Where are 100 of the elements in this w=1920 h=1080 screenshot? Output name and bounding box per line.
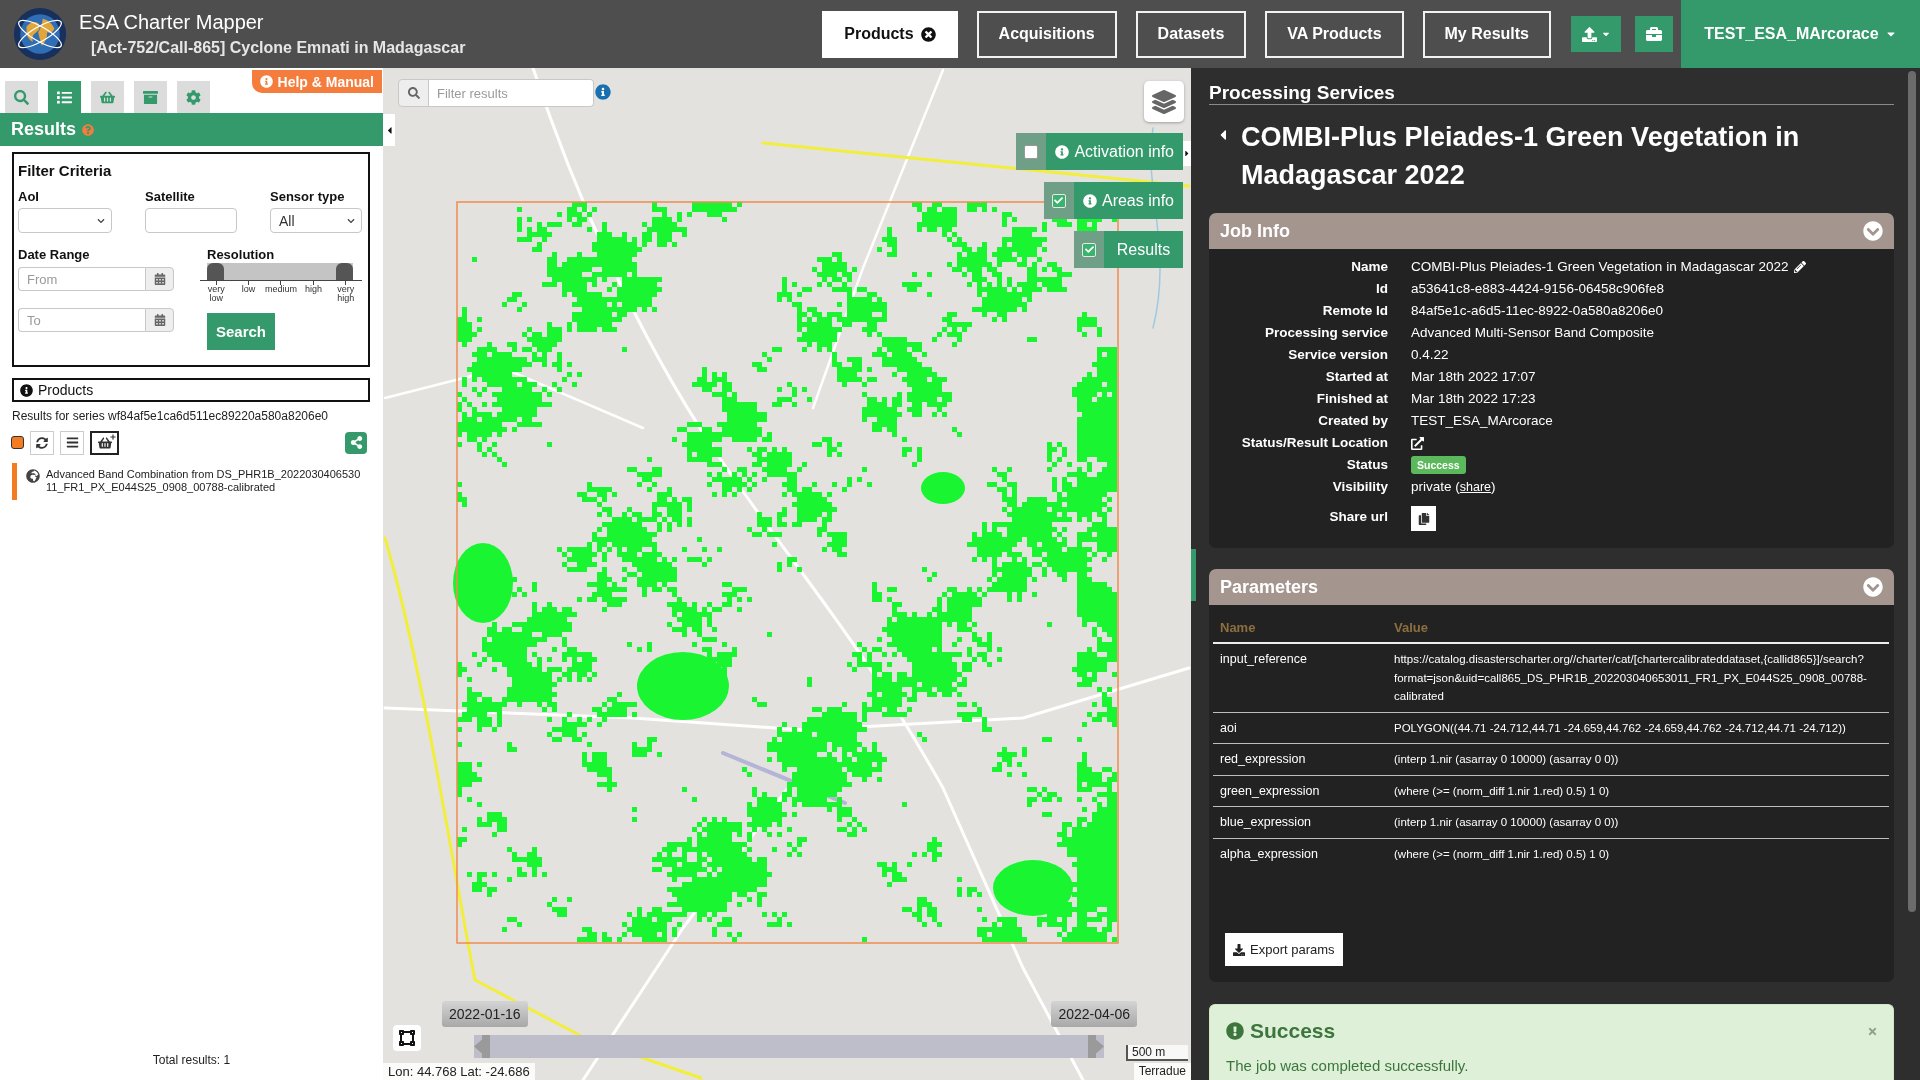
layers-button[interactable] <box>1144 81 1184 122</box>
settings-icon <box>186 89 201 105</box>
list-button[interactable] <box>60 430 84 455</box>
nav-tab[interactable]: Acquisitions <box>976 10 1117 58</box>
scale-bar: 500 m <box>1126 1045 1188 1061</box>
pencil-icon[interactable] <box>1794 261 1807 273</box>
activation-title: [Act-752/Call-865] Cyclone Emnati in Madagascar <box>90 37 466 58</box>
nav-tab[interactable]: Datasets <box>1135 10 1247 58</box>
scrollbar-thumb[interactable] <box>1908 71 1916 912</box>
list-tab[interactable] <box>48 81 81 113</box>
info-label: Created by <box>1317 412 1388 430</box>
info-value: 0.4.22 <box>1411 346 1450 364</box>
refresh-button[interactable] <box>30 430 54 455</box>
info-label: Processing service <box>1263 324 1388 342</box>
info-icon <box>259 75 273 88</box>
info-value: Advanced Multi-Sensor Band Composite <box>1411 324 1656 342</box>
table-cell-text: (where (>= (norm_diff 1.nir 1.red) 0.5) 1 0) <box>1393 846 1611 862</box>
close-icon[interactable] <box>920 26 936 42</box>
add-to-basket-button[interactable] <box>90 430 119 455</box>
user-menu[interactable]: TEST_ESA_MArcorace <box>1681 0 1920 68</box>
coordinates-readout: Lon: 44.768 Lat: -24.686 <box>383 1063 535 1080</box>
status-badge: Success <box>1411 456 1466 474</box>
timeline-track[interactable] <box>474 1035 1104 1058</box>
layer-checkbox[interactable] <box>1024 144 1039 159</box>
filter-results-field[interactable]: Filter results <box>429 79 594 107</box>
copy-icon <box>1417 512 1430 525</box>
app-title: ESA Charter Mapper <box>79 10 265 33</box>
exclamation-icon <box>1226 1022 1244 1040</box>
search-tab[interactable] <box>5 81 38 113</box>
expand-panel-button[interactable] <box>1183 141 1191 166</box>
calendar-button[interactable] <box>145 267 174 291</box>
result-item[interactable]: Advanced Band Combination from DS_PHR1B_202203040653011_FR1_PX_E044S25_0908_00788-calibrated <box>12 463 370 500</box>
upload-button[interactable] <box>1571 16 1621 52</box>
sensor-type-select[interactable]: All <box>270 208 362 233</box>
slider-handle[interactable] <box>336 263 353 280</box>
chevron-down-icon[interactable] <box>1863 577 1883 597</box>
search-button[interactable] <box>398 79 429 107</box>
nav-tab[interactable]: VA Products <box>1265 10 1404 58</box>
checkbox-cell[interactable] <box>1043 182 1074 219</box>
field-label: AoI <box>18 189 40 205</box>
upload-icon <box>1581 26 1597 42</box>
share-button[interactable] <box>345 431 367 454</box>
basket-tab[interactable] <box>91 81 124 113</box>
table-cell-text: (interp 1.nir (asarray 0 10000) (asarray 0 0)) <box>1393 752 1620 767</box>
slider-handle[interactable] <box>207 263 224 280</box>
field-label: Resolution <box>206 247 276 263</box>
table-cell-text: POLYGON((44.71 -24.712,44.71 -24.659,44.762 -24.659,44.762 -24.712,44.71 -24.712)) <box>1393 720 1847 736</box>
tick-label: low <box>241 285 256 294</box>
slider-track[interactable] <box>207 263 353 280</box>
chevron-down-icon <box>347 216 355 225</box>
search-icon <box>407 87 420 99</box>
table-cell-text: (where (>= (norm_diff 1.nir 1.red) 0.5) 1 0) <box>1393 783 1611 799</box>
calendar-icon <box>153 273 166 285</box>
collapse-panel-button[interactable] <box>383 114 395 146</box>
date-label: 2022-04-06 <box>1051 1001 1137 1027</box>
table-cell-text: alpha_expression <box>1219 845 1319 863</box>
external-link-icon[interactable] <box>1411 436 1424 450</box>
info-label: Name <box>1350 258 1388 276</box>
info-label: Id <box>1375 280 1388 298</box>
info-label: Remote Id <box>1321 302 1388 320</box>
info-value: TEST_ESA_MArcorace <box>1411 412 1554 430</box>
date-from-field[interactable]: From <box>18 267 145 291</box>
date-to-field[interactable]: To <box>18 308 145 332</box>
table-cell-text: red_expression <box>1219 751 1307 768</box>
layer-button[interactable]: Results <box>1104 231 1183 268</box>
map-tool-button[interactable] <box>393 1025 421 1051</box>
table-cell-text: (interp 1.nir (asarray 0 10000) (asarray 0 0)) <box>1393 815 1620 830</box>
search-icon <box>14 89 29 105</box>
briefcase-button[interactable] <box>1635 16 1673 52</box>
nav-tab[interactable]: Products <box>822 10 958 58</box>
alert-title: Success <box>1250 1019 1336 1043</box>
checkbox-cell[interactable] <box>1074 231 1104 268</box>
settings-tab[interactable] <box>177 81 210 113</box>
chevron-down-icon[interactable] <box>1863 221 1883 241</box>
swatch-icon[interactable] <box>11 436 24 449</box>
tick-label: medium <box>265 285 297 294</box>
products-title: Products <box>38 382 94 398</box>
archive-tab[interactable] <box>134 81 167 113</box>
table-cell-text: aoi <box>1219 719 1238 737</box>
plus-icon <box>110 433 116 440</box>
layer-button[interactable]: Activation info <box>1046 133 1183 170</box>
export-button[interactable]: Export params <box>1225 933 1343 966</box>
tick-label: very low <box>207 285 225 303</box>
checkbox-cell[interactable] <box>1016 133 1047 170</box>
field-label: Satellite <box>145 189 196 205</box>
search-button[interactable]: Search <box>207 313 275 350</box>
info-icon <box>20 383 33 397</box>
resize-handle[interactable] <box>1191 549 1196 601</box>
share-link[interactable]: share <box>1459 480 1492 494</box>
calendar-button[interactable] <box>145 308 174 332</box>
nav-tab[interactable]: My Results <box>1422 10 1551 58</box>
tick-label: very high <box>337 285 355 303</box>
satellite-field[interactable] <box>145 208 237 233</box>
download-icon <box>1233 943 1245 956</box>
list-icon <box>65 436 79 449</box>
basket-icon <box>100 89 115 105</box>
copy-button[interactable] <box>1411 506 1436 531</box>
table-cell-text: blue_expression <box>1219 814 1313 831</box>
layer-button[interactable]: Areas info <box>1073 182 1183 219</box>
chevron-down-icon <box>97 216 105 225</box>
